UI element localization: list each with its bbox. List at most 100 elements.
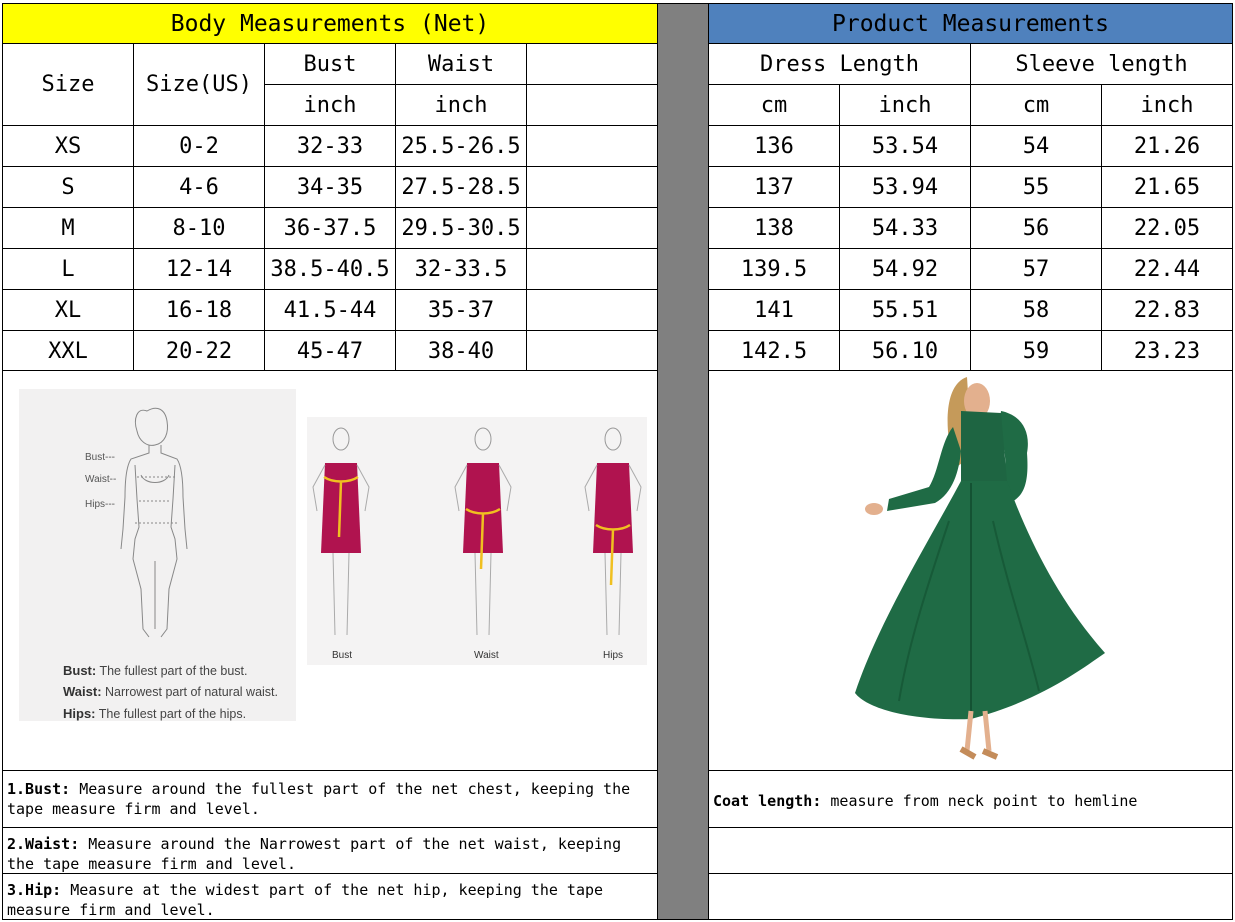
cell-waist: 27.5-28.5 [395,166,527,208]
cell-dress-inch: 54.33 [839,207,971,249]
col-dress-length: Dress Length [708,43,971,85]
cell-dress-cm: 141 [708,289,840,331]
cell-dress-cm: 142.5 [708,330,840,372]
note-bust: 1.Bust: Measure around the fullest part … [2,770,658,828]
demo-figure-part [474,427,492,451]
cell-size: XS [2,125,134,167]
cell-bust: 32-33 [264,125,396,167]
cell-dress-cm: 138 [708,207,840,249]
cell-size: S [2,166,134,208]
demo-figure-part [332,427,350,451]
demo-figure-part [604,552,622,636]
col-bust-unit: inch [264,84,396,126]
cell-waist: 35-37 [395,289,527,331]
cell-size-us: 12-14 [133,248,265,290]
demo-figure-part [474,552,492,636]
cell-bust: 34-35 [264,166,396,208]
cell-dress-cm: 139.5 [708,248,840,290]
empty-cell-right-1 [708,827,1233,874]
cell-size-us: 16-18 [133,289,265,331]
note-coat-term: Coat length: [713,792,822,810]
cell-dress-inch: 53.54 [839,125,971,167]
note-waist-term: 2.Waist: [7,835,80,853]
cell-size-us: 4-6 [133,166,265,208]
cell-waist: 25.5-26.5 [395,125,527,167]
cell-sleeve-cm: 58 [970,289,1102,331]
cell-sleeve-inch: 21.65 [1101,166,1233,208]
body-diagram-panel: Bust--- Waist-- Hips--- Bust: The fulles… [19,389,296,721]
cell-sleeve-inch: 23.23 [1101,330,1233,372]
caption-hips: Hips [603,650,624,661]
note-coat-text: measure from neck point to hemline [821,792,1138,810]
col-waist-unit: inch [395,84,527,126]
cell-size-us: 20-22 [133,330,265,372]
measurement-guide-area: Bust--- Waist-- Hips--- Bust: The fulles… [2,370,658,771]
legend-bust-text: The fullest part of the bust. [99,664,248,678]
col-dress-cm: cm [708,84,840,126]
cell-blank [526,207,658,249]
cell-bust: 38.5-40.5 [264,248,396,290]
cell-size: L [2,248,134,290]
size-chart: Body Measurements (Net) Product Measurem… [0,0,1235,922]
col-bust: Bust [264,43,396,85]
body-measurements-header: Body Measurements (Net) [2,3,658,44]
cell-sleeve-cm: 55 [970,166,1102,208]
note-waist-text: Measure around the Narrowest part of the… [7,835,622,873]
cell-dress-inch: 56.10 [839,330,971,372]
cell-blank [526,248,658,290]
cell-bust: 36-37.5 [264,207,396,249]
note-waist: 2.Waist: Measure around the Narrowest pa… [2,827,658,874]
cell-blank [526,166,658,208]
note-bust-term: 1.Bust: [7,780,71,798]
cell-bust: 41.5-44 [264,289,396,331]
legend-bust: Bust: The fullest part of the bust. [63,663,247,678]
legend-waist-text: Narrowest part of natural waist. [105,685,279,699]
col-size-us: Size(US) [133,43,265,126]
cell-dress-inch: 55.51 [839,289,971,331]
cell-waist: 38-40 [395,330,527,372]
cell-size-us: 0-2 [133,125,265,167]
col-sleeve-cm: cm [970,84,1102,126]
hips-marker: Hips--- [85,499,115,510]
note-hip-term: 3.Hip: [7,881,62,899]
cell-sleeve-inch: 22.83 [1101,289,1233,331]
cell-size: XL [2,289,134,331]
col-blank-unit [526,84,658,126]
cell-sleeve-inch: 22.44 [1101,248,1233,290]
col-waist: Waist [395,43,527,85]
divider-column [657,3,709,920]
measuring-demo-panel: Bust Waist Hips [307,417,647,665]
cell-dress-inch: 53.94 [839,166,971,208]
cell-blank [526,125,658,167]
product-photo-area [708,370,1233,771]
caption-bust: Bust [332,650,353,661]
legend-waist: Waist: Narrowest part of natural waist. [63,684,278,699]
product-measurements-header: Product Measurements [708,3,1233,44]
col-sleeve-inch: inch [1101,84,1233,126]
note-hip-text: Measure at the widest part of the net hi… [7,881,604,919]
col-sleeve-length: Sleeve length [970,43,1233,85]
cell-bust: 45-47 [264,330,396,372]
note-bust-text: Measure around the fullest part of the n… [7,780,631,818]
empty-cell-right-2 [708,873,1233,920]
cell-sleeve-inch: 21.26 [1101,125,1233,167]
measuring-figures [312,427,642,636]
cell-sleeve-cm: 54 [970,125,1102,167]
col-blank-header [526,43,658,85]
cell-blank [526,289,658,331]
cell-sleeve-cm: 59 [970,330,1102,372]
caption-waist: Waist [474,650,499,661]
waist-marker: Waist-- [85,474,117,485]
bust-marker: Bust--- [85,452,115,463]
legend-hips-text: The fullest part of the hips. [98,707,247,721]
legend-hips-term: Hips: [63,706,96,721]
cell-sleeve-inch: 22.05 [1101,207,1233,249]
cell-sleeve-cm: 56 [970,207,1102,249]
demo-figure-part [332,552,350,636]
col-size: Size [2,43,134,126]
cell-size-us: 8-10 [133,207,265,249]
cell-size: M [2,207,134,249]
legend-waist-term: Waist: [63,684,102,699]
cell-waist: 29.5-30.5 [395,207,527,249]
body-outline-figure [120,407,188,638]
